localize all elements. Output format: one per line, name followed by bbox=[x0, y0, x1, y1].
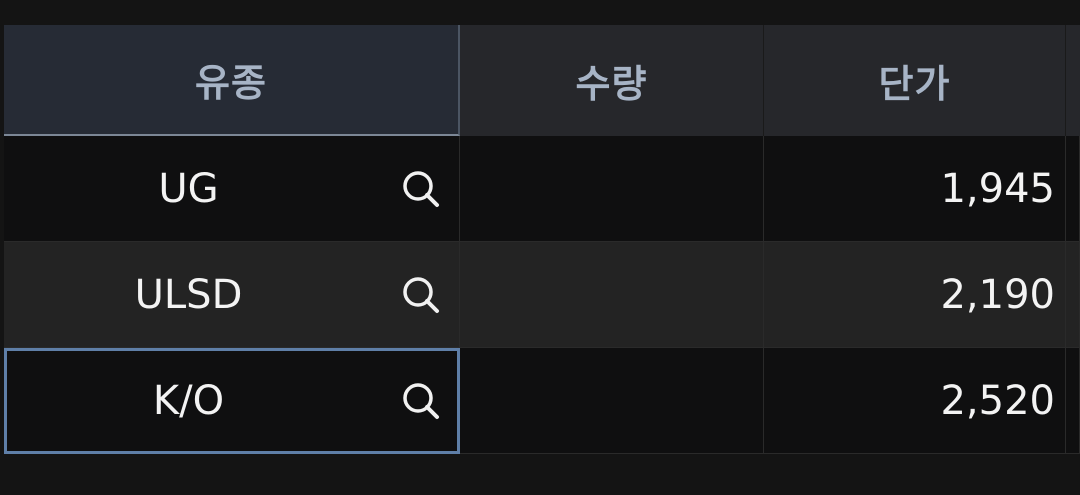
unit-price-value: 2,520 bbox=[940, 377, 1055, 424]
next-column-stub-row-2 bbox=[1066, 242, 1080, 348]
header-quantity[interactable]: 수량 bbox=[460, 25, 764, 136]
search-icon[interactable] bbox=[399, 273, 443, 317]
product-cell-ulsd[interactable]: ULSD bbox=[4, 242, 460, 348]
product-name: UG bbox=[158, 165, 219, 212]
quantity-cell-ulsd[interactable] bbox=[460, 242, 764, 348]
header-quantity-label: 수량 bbox=[575, 62, 648, 106]
product-cell-ug[interactable]: UG bbox=[4, 136, 460, 242]
unit-price-value: 2,190 bbox=[940, 271, 1055, 318]
unit-price-value: 1,945 bbox=[940, 165, 1055, 212]
header-unit-price[interactable]: 단가 bbox=[764, 25, 1066, 136]
oil-price-table-screen: 유종 수량 단가 UG 1,945 ULSD 2,190 K/O 2,520 bbox=[0, 0, 1080, 495]
unit-price-cell-ko: 2,520 bbox=[764, 348, 1066, 454]
unit-price-cell-ulsd: 2,190 bbox=[764, 242, 1066, 348]
header-product-label: 유종 bbox=[195, 61, 267, 105]
search-icon[interactable] bbox=[399, 167, 443, 211]
unit-price-cell-ug: 1,945 bbox=[764, 136, 1066, 242]
header-next-column-stub bbox=[1066, 25, 1080, 136]
quantity-cell-ug[interactable] bbox=[460, 136, 764, 242]
product-cell-ko[interactable]: K/O bbox=[4, 348, 460, 454]
quantity-cell-ko[interactable] bbox=[460, 348, 764, 454]
header-product[interactable]: 유종 bbox=[4, 25, 460, 136]
product-name: ULSD bbox=[134, 271, 243, 318]
header-unit-price-label: 단가 bbox=[878, 62, 951, 106]
search-icon[interactable] bbox=[399, 379, 443, 423]
next-column-stub-row-3 bbox=[1066, 348, 1080, 454]
next-column-stub-row-1 bbox=[1066, 136, 1080, 242]
product-name: K/O bbox=[152, 377, 225, 424]
product-price-grid: 유종 수량 단가 UG 1,945 ULSD 2,190 K/O 2,520 bbox=[4, 25, 1080, 454]
